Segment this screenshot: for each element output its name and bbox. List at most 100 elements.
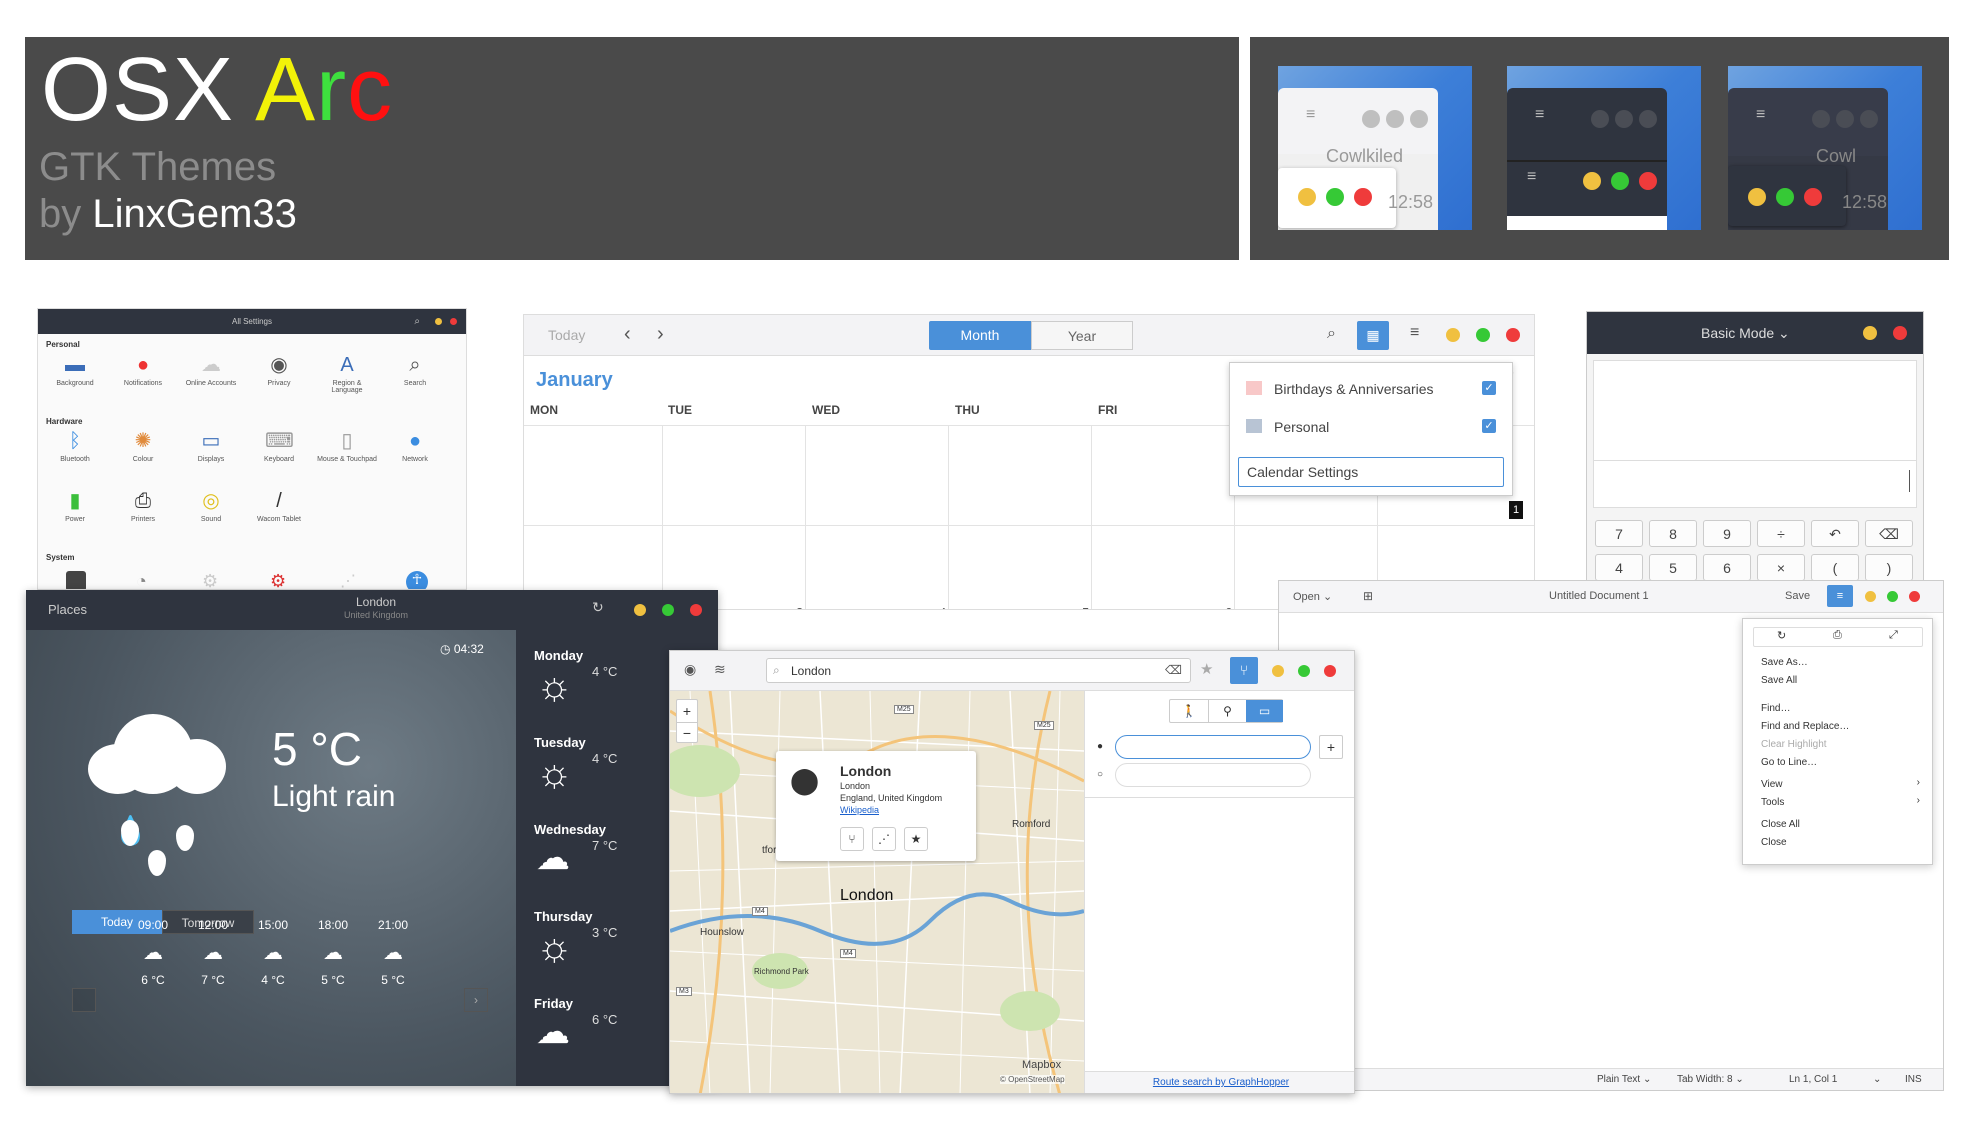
close-button[interactable]: [690, 604, 702, 616]
settings-item-privacy[interactable]: ◉ Privacy: [249, 353, 309, 387]
key[interactable]: 7: [1595, 520, 1643, 547]
date-cell[interactable]: 3: [796, 605, 803, 609]
walking-icon[interactable]: 🚶: [1170, 700, 1208, 722]
key[interactable]: (: [1811, 554, 1859, 581]
key[interactable]: 4: [1595, 554, 1643, 581]
wikipedia-link[interactable]: Wikipedia: [840, 805, 879, 815]
calendar-item-birthdays[interactable]: Birthdays & Anniversaries: [1274, 381, 1434, 397]
route-end-input[interactable]: [1115, 763, 1311, 787]
zoom-in-button[interactable]: +: [677, 700, 697, 722]
map-view[interactable]: + − tford ⬤ London London England, Unite…: [670, 691, 1084, 1093]
search-input[interactable]: ⌕ London ⌫: [766, 658, 1191, 683]
minimize-button[interactable]: [1272, 665, 1284, 677]
car-icon[interactable]: ▭: [1246, 700, 1283, 722]
settings-item-wacom[interactable]: / Wacom Tablet: [249, 489, 309, 523]
tab-year[interactable]: Year: [1031, 321, 1133, 350]
maximize-button[interactable]: [1476, 328, 1490, 342]
close-button[interactable]: [1909, 591, 1920, 602]
checkbox-personal[interactable]: ✓: [1482, 419, 1496, 433]
graphhopper-link[interactable]: Route search by GraphHopper: [1153, 1077, 1289, 1088]
route-button[interactable]: ⑂: [1230, 657, 1258, 684]
chevron-down-icon[interactable]: ⌄: [1873, 1074, 1881, 1085]
settings-item-colour[interactable]: ✺ Colour: [113, 429, 173, 463]
backspace-key[interactable]: ⌫: [1865, 520, 1913, 547]
undo-key[interactable]: ↶: [1811, 520, 1859, 547]
fullscreen-icon[interactable]: ⤢: [1889, 629, 1898, 642]
tab-width-selector[interactable]: Tab Width: 8 ⌄: [1677, 1074, 1744, 1085]
settings-item-keyboard[interactable]: ⌨ Keyboard: [249, 429, 309, 463]
route-start-input[interactable]: [1115, 735, 1311, 759]
settings-item-network[interactable]: ● Network: [385, 429, 445, 463]
menu-icon[interactable]: ≡: [1410, 324, 1419, 342]
menu-item-find-replace[interactable]: Find and Replace…: [1761, 721, 1849, 732]
zoom-out-button[interactable]: −: [677, 722, 697, 743]
clear-icon[interactable]: ⌫: [1165, 663, 1182, 677]
date-cell[interactable]: 6: [1225, 605, 1232, 609]
star-icon[interactable]: ★: [904, 827, 928, 851]
menu-item-go-to-line[interactable]: Go to Line…: [1761, 757, 1817, 768]
settings-item-bluetooth[interactable]: ᛒ Bluetooth: [45, 429, 105, 463]
save-button[interactable]: Save: [1785, 590, 1810, 602]
layers-icon[interactable]: ≋: [714, 661, 726, 678]
menu-item-find[interactable]: Find…: [1761, 703, 1790, 714]
tab-month[interactable]: Month: [929, 321, 1031, 350]
language-selector[interactable]: Plain Text ⌄: [1597, 1074, 1651, 1085]
bicycle-icon[interactable]: ⚲: [1208, 700, 1246, 722]
settings-item-displays[interactable]: ▭ Displays: [181, 429, 241, 463]
close-button[interactable]: [450, 318, 457, 325]
key[interactable]: 5: [1649, 554, 1697, 581]
settings-item-online-accounts[interactable]: ☁ Online Accounts: [181, 353, 241, 387]
mode-selector[interactable]: Basic Mode ⌄: [1701, 325, 1790, 342]
settings-item-mouse[interactable]: ▯ Mouse & Touchpad: [317, 429, 377, 463]
key[interactable]: ÷: [1757, 520, 1805, 547]
search-icon[interactable]: ⌕: [414, 309, 420, 334]
open-button[interactable]: Open ⌄: [1293, 590, 1332, 603]
date-cell[interactable]: 5: [1082, 605, 1089, 609]
minimize-button[interactable]: [1863, 326, 1877, 340]
settings-item-background[interactable]: ▬ Background: [45, 353, 105, 387]
minimize-button[interactable]: [1865, 591, 1876, 602]
maximize-button[interactable]: [1887, 591, 1898, 602]
route-button[interactable]: ⑂: [840, 827, 864, 851]
menu-button[interactable]: ≡: [1827, 585, 1853, 607]
settings-item-notifications[interactable]: ● Notifications: [113, 353, 173, 387]
scroll-right-button[interactable]: ›: [464, 988, 488, 1012]
menu-item-save-all[interactable]: Save All: [1761, 675, 1797, 686]
close-button[interactable]: [1893, 326, 1907, 340]
cursor-position[interactable]: Ln 1, Col 1: [1789, 1074, 1837, 1085]
places-button[interactable]: Places: [48, 602, 87, 617]
menu-item-tools[interactable]: Tools: [1761, 797, 1784, 808]
close-button[interactable]: [1506, 328, 1520, 342]
next-button[interactable]: ›: [657, 323, 664, 346]
refresh-icon[interactable]: ↻: [592, 599, 604, 616]
calendar-management-button[interactable]: ▦: [1357, 321, 1389, 350]
close-button[interactable]: [1324, 665, 1336, 677]
key[interactable]: ×: [1757, 554, 1805, 581]
maximize-button[interactable]: [662, 604, 674, 616]
menu-item-view[interactable]: View: [1761, 779, 1783, 790]
add-waypoint-button[interactable]: +: [1319, 735, 1343, 759]
menu-item-close[interactable]: Close: [1761, 837, 1787, 848]
settings-item-sound[interactable]: ◎ Sound: [181, 489, 241, 523]
calendar-item-personal[interactable]: Personal: [1274, 419, 1329, 435]
key[interactable]: 9: [1703, 520, 1751, 547]
checkbox-birthdays[interactable]: ✓: [1482, 381, 1496, 395]
scroll-left-button[interactable]: [72, 988, 96, 1012]
calendar-settings-button[interactable]: Calendar Settings: [1238, 457, 1504, 487]
settings-item-region[interactable]: A Region & Language: [317, 353, 377, 394]
settings-item-printers[interactable]: ⎙ Printers: [113, 489, 173, 523]
previous-button[interactable]: ‹: [624, 323, 631, 346]
menu-item-save-as[interactable]: Save As…: [1761, 657, 1808, 668]
key[interactable]: 6: [1703, 554, 1751, 581]
search-icon[interactable]: ⌕: [1327, 325, 1336, 343]
settings-item-search[interactable]: ⌕ Search: [385, 353, 445, 387]
minimize-button[interactable]: [634, 604, 646, 616]
reload-icon[interactable]: ↻: [1777, 629, 1786, 642]
date-cell[interactable]: 4: [939, 605, 946, 609]
new-tab-icon[interactable]: ⊞: [1363, 589, 1373, 603]
key[interactable]: ): [1865, 554, 1913, 581]
location-icon[interactable]: ◉: [684, 661, 696, 678]
key[interactable]: 8: [1649, 520, 1697, 547]
star-icon[interactable]: ★: [1200, 660, 1213, 678]
share-icon[interactable]: ⋰: [872, 827, 896, 851]
